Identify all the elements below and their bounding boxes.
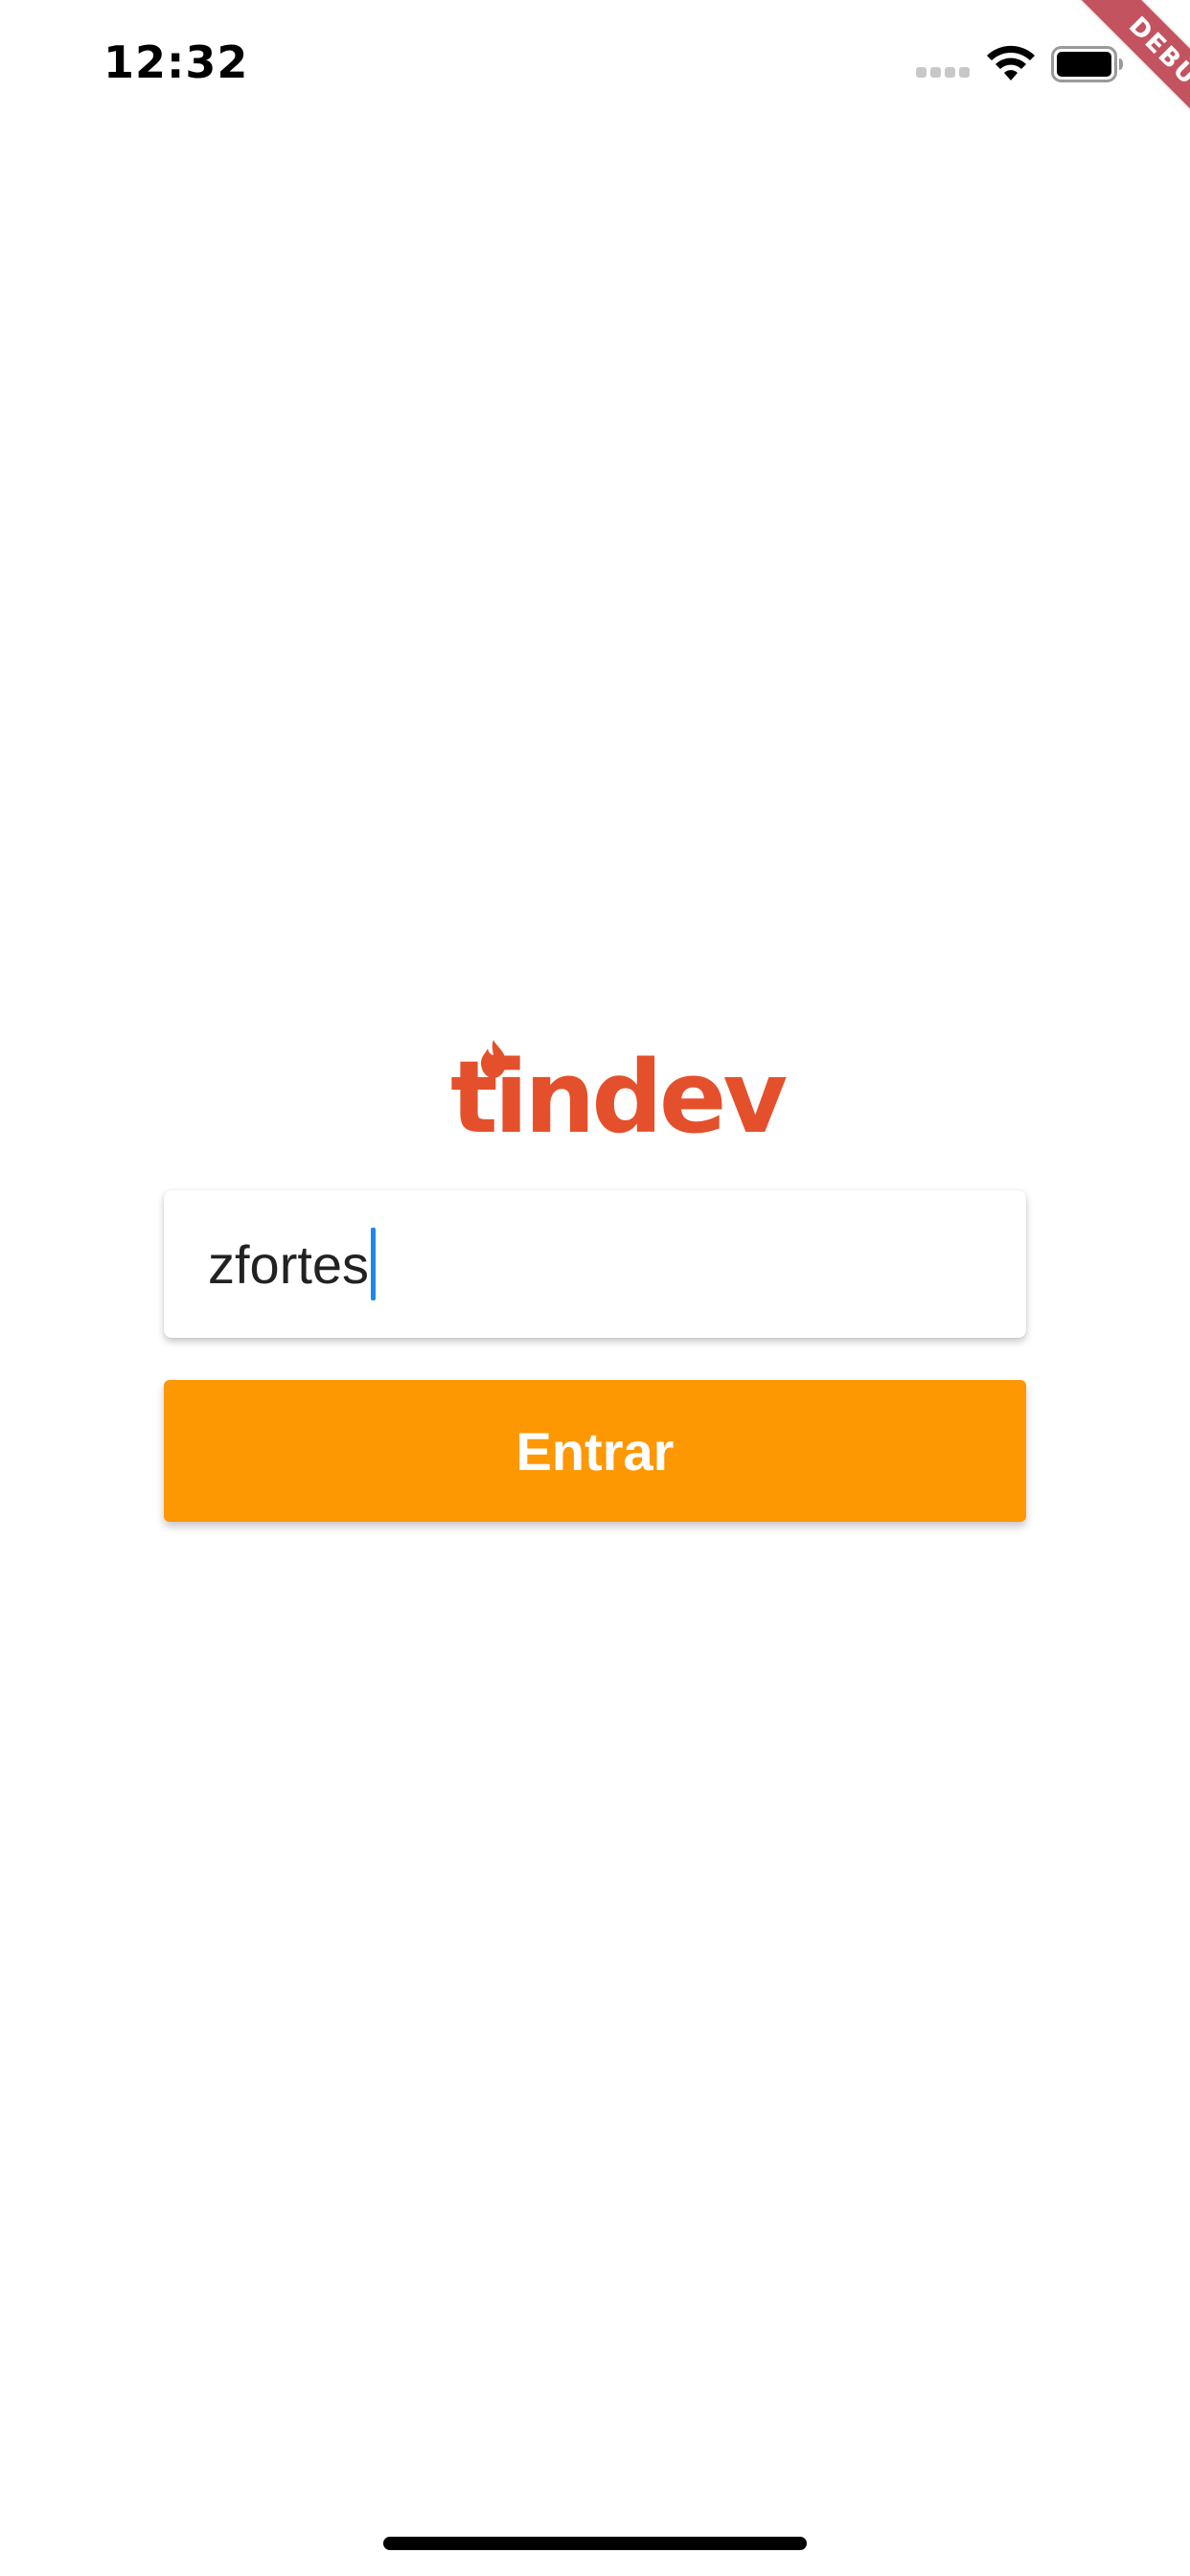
flame-icon [481, 1040, 506, 1078]
status-bar: 12:32 [0, 0, 1190, 134]
app-logo: tindev [450, 1040, 788, 1150]
username-value: zfortes [208, 1233, 370, 1295]
username-input[interactable]: zfortes [164, 1190, 1026, 1338]
home-indicator[interactable] [383, 2537, 807, 2550]
text-cursor [371, 1228, 377, 1300]
enter-button[interactable]: Entrar [164, 1380, 1026, 1522]
status-time: 12:32 [103, 36, 249, 88]
cellular-signal-icon [916, 67, 972, 79]
battery-icon [1051, 46, 1123, 82]
wifi-icon [987, 45, 1035, 80]
